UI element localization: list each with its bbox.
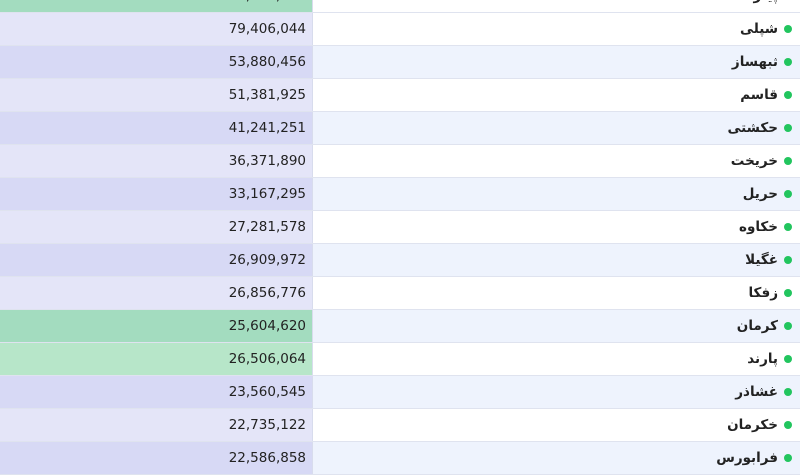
status-dot-icon — [784, 322, 792, 330]
table-row[interactable]: 26,856,776 زفکا — [0, 277, 800, 310]
name-cell[interactable]: زفکا — [313, 277, 800, 309]
name-cell[interactable]: غشاذر — [313, 376, 800, 408]
symbol-label[interactable]: غگیلا — [745, 252, 778, 268]
value-cell: 26,909,972 — [0, 244, 313, 276]
name-cell[interactable]: ثبهساز — [313, 46, 800, 78]
table-row[interactable]: 26,909,972 غگیلا — [0, 244, 800, 277]
status-dot-icon — [784, 157, 792, 165]
symbol-label[interactable]: پارند — [747, 351, 778, 367]
symbol-label[interactable]: خکرمان — [727, 417, 778, 433]
symbol-label[interactable]: شپلی — [740, 21, 778, 37]
table-row[interactable]: 79,406,044 شپلی — [0, 13, 800, 46]
symbol-label[interactable]: حریل — [743, 186, 778, 202]
stock-table: 85,911,588 پیتر 79,406,044 شپلی 53,880,456 ثب… — [0, 0, 800, 475]
table-row[interactable]: 51,381,925 قاسم — [0, 79, 800, 112]
value-cell: 53,880,456 — [0, 46, 313, 78]
status-dot-icon — [784, 223, 792, 231]
status-dot-icon — [784, 25, 792, 33]
table-row[interactable]: 23,560,545 غشاذر — [0, 376, 800, 409]
value-cell: 25,604,620 — [0, 310, 313, 342]
symbol-label[interactable]: فرابورس — [716, 450, 778, 466]
name-cell[interactable]: پارند — [313, 343, 800, 375]
name-cell[interactable]: حریل — [313, 178, 800, 210]
name-cell[interactable]: پیتر — [313, 0, 800, 12]
symbol-label[interactable]: خریخت — [731, 153, 778, 169]
table-row[interactable]: 22,586,858 فرابورس — [0, 442, 800, 475]
symbol-label[interactable]: ثبهساز — [732, 54, 778, 70]
status-dot-icon — [784, 388, 792, 396]
table-row[interactable]: 36,371,890 خریخت — [0, 145, 800, 178]
value-cell: 23,560,545 — [0, 376, 313, 408]
value-cell: 41,241,251 — [0, 112, 313, 144]
status-dot-icon — [784, 58, 792, 66]
name-cell[interactable]: فرابورس — [313, 442, 800, 474]
status-dot-icon — [784, 91, 792, 99]
name-cell[interactable]: غگیلا — [313, 244, 800, 276]
symbol-label[interactable]: پیتر — [754, 0, 779, 4]
status-dot-icon — [784, 421, 792, 429]
value-cell: 22,586,858 — [0, 442, 313, 474]
value-cell: 27,281,578 — [0, 211, 313, 243]
value-cell: 22,735,122 — [0, 409, 313, 441]
name-cell[interactable]: کرمان — [313, 310, 800, 342]
name-cell[interactable]: قاسم — [313, 79, 800, 111]
value-cell: 79,406,044 — [0, 13, 313, 45]
value-cell: 26,856,776 — [0, 277, 313, 309]
table-row[interactable]: 26,506,064 پارند — [0, 343, 800, 376]
status-dot-icon — [784, 289, 792, 297]
symbol-label[interactable]: حکشتی — [728, 120, 779, 136]
status-dot-icon — [784, 256, 792, 264]
table-row[interactable]: 33,167,295 حریل — [0, 178, 800, 211]
table-row[interactable]: 41,241,251 حکشتی — [0, 112, 800, 145]
value-cell: 85,911,588 — [0, 0, 313, 12]
symbol-label[interactable]: قاسم — [740, 87, 778, 103]
name-cell[interactable]: خکرمان — [313, 409, 800, 441]
table-row[interactable]: 25,604,620 کرمان — [0, 310, 800, 343]
table-row[interactable]: 53,880,456 ثبهساز — [0, 46, 800, 79]
value-cell: 33,167,295 — [0, 178, 313, 210]
name-cell[interactable]: شپلی — [313, 13, 800, 45]
status-dot-icon — [784, 124, 792, 132]
symbol-label[interactable]: خکاوه — [739, 219, 778, 235]
table-row[interactable]: 27,281,578 خکاوه — [0, 211, 800, 244]
symbol-label[interactable]: زفکا — [748, 285, 778, 301]
table-row[interactable]: 22,735,122 خکرمان — [0, 409, 800, 442]
symbol-label[interactable]: کرمان — [737, 318, 778, 334]
value-cell: 36,371,890 — [0, 145, 313, 177]
name-cell[interactable]: خکاوه — [313, 211, 800, 243]
status-dot-icon — [784, 454, 792, 462]
status-dot-icon — [784, 355, 792, 363]
name-cell[interactable]: خریخت — [313, 145, 800, 177]
symbol-label[interactable]: غشاذر — [735, 384, 778, 400]
value-cell: 26,506,064 — [0, 343, 313, 375]
name-cell[interactable]: حکشتی — [313, 112, 800, 144]
value-cell: 51,381,925 — [0, 79, 313, 111]
status-dot-icon — [784, 190, 792, 198]
table-row[interactable]: 85,911,588 پیتر — [0, 0, 800, 13]
